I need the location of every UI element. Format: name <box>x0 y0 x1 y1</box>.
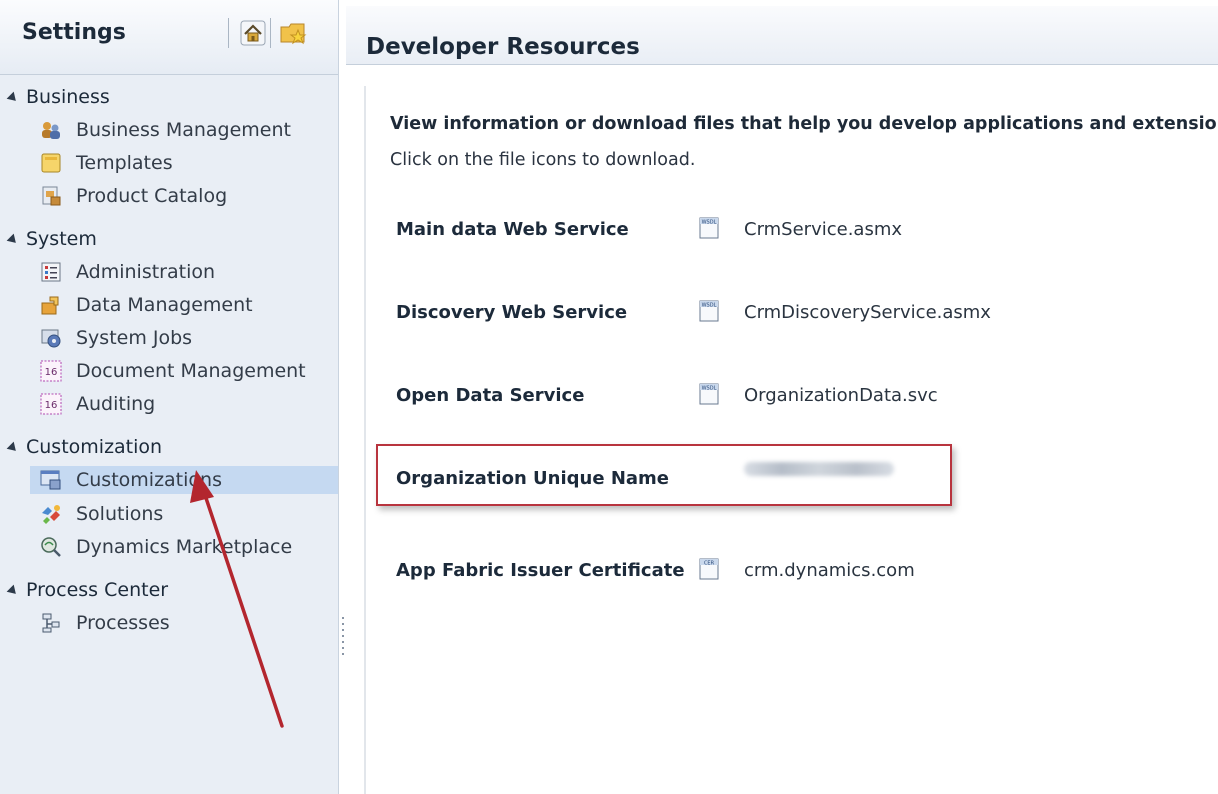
file-download-icon[interactable]: WSDL <box>698 216 720 240</box>
business-management-icon <box>42 122 60 139</box>
icon-badge-text: 16 <box>45 367 58 378</box>
group-system[interactable]: System <box>6 228 97 250</box>
main-content-pane: Developer Resources View information or … <box>346 0 1218 794</box>
sidebar-item-dynamics-marketplace[interactable]: Dynamics Marketplace <box>40 533 292 561</box>
group-label: Process Center <box>26 579 169 601</box>
home-icon[interactable] <box>238 18 268 48</box>
settings-navigation-pane: Settings Business Business Management Te… <box>0 0 339 794</box>
pane-splitter-grip[interactable] <box>341 615 345 659</box>
sidebar-item-business-management[interactable]: Business Management <box>40 116 291 144</box>
group-label: Customization <box>26 436 163 458</box>
sidebar-item-processes[interactable]: Processes <box>40 609 170 637</box>
settings-title: Settings <box>22 20 126 45</box>
sidebar-item-label: System Jobs <box>76 327 193 349</box>
sidebar-item-label: Processes <box>76 612 170 634</box>
solutions-icon <box>42 505 60 524</box>
sidebar-item-label: Solutions <box>76 503 164 525</box>
resource-file-link[interactable]: CrmService.asmx <box>744 219 902 240</box>
administration-icon <box>41 262 61 282</box>
data-management-icon <box>41 296 59 315</box>
collapse-triangle-icon[interactable] <box>6 91 20 104</box>
resource-label: Organization Unique Name <box>396 468 669 489</box>
sidebar-item-label: Auditing <box>76 393 156 415</box>
processes-icon <box>42 613 60 633</box>
sidebar-item-templates[interactable]: Templates <box>40 149 173 177</box>
group-label: Business <box>26 86 110 108</box>
sidebar-item-label: Templates <box>76 152 173 174</box>
group-process-center[interactable]: Process Center <box>6 579 169 601</box>
file-download-icon[interactable]: CER <box>698 557 720 581</box>
resource-row-main-data-web-service: Main data Web Service WSDL CrmService.as… <box>366 210 1216 250</box>
sidebar-item-data-management[interactable]: Data Management <box>40 291 253 319</box>
system-jobs-icon <box>41 329 61 348</box>
resource-row-app-fabric-issuer-certificate: App Fabric Issuer Certificate CER crm.dy… <box>366 551 1216 591</box>
icon-badge-text: 16 <box>45 400 58 411</box>
resource-row-open-data-service: Open Data Service WSDL OrganizationData.… <box>366 376 1216 416</box>
favorites-folder-icon[interactable] <box>278 18 308 48</box>
sidebar-item-label: Customizations <box>76 469 222 491</box>
sidebar-item-auditing[interactable]: 16 Auditing <box>40 390 155 418</box>
sidebar-item-customizations[interactable]: Customizations <box>30 466 338 494</box>
resource-file-link[interactable]: crm.dynamics.com <box>744 560 915 581</box>
header-separator <box>228 18 229 48</box>
resource-file-link[interactable]: OrganizationData.svc <box>744 385 938 406</box>
group-customization[interactable]: Customization <box>6 436 163 458</box>
settings-header: Settings <box>0 0 338 75</box>
collapse-triangle-icon[interactable] <box>6 441 20 454</box>
collapse-triangle-icon[interactable] <box>6 233 20 246</box>
sidebar-item-system-jobs[interactable]: System Jobs <box>40 324 192 352</box>
sidebar-item-product-catalog[interactable]: Product Catalog <box>40 182 227 210</box>
customizations-icon <box>40 470 61 490</box>
page-header: Developer Resources <box>346 6 1218 65</box>
header-separator <box>270 18 271 48</box>
resource-label: App Fabric Issuer Certificate <box>396 560 685 581</box>
svg-text:WSDL: WSDL <box>702 386 717 392</box>
svg-text:WSDL: WSDL <box>702 303 717 309</box>
sidebar-item-label: Dynamics Marketplace <box>76 536 293 558</box>
templates-icon <box>41 153 61 173</box>
developer-resources-panel: View information or download files that … <box>364 86 1218 794</box>
collapse-triangle-icon[interactable] <box>6 584 20 597</box>
sidebar-item-administration[interactable]: Administration <box>40 258 215 286</box>
resource-label: Open Data Service <box>396 385 585 406</box>
sidebar-item-label: Document Management <box>76 360 306 382</box>
group-label: System <box>26 228 97 250</box>
resource-label: Main data Web Service <box>396 219 629 240</box>
file-download-icon[interactable]: WSDL <box>698 382 720 406</box>
sidebar-item-label: Product Catalog <box>76 185 228 207</box>
svg-text:CER: CER <box>704 561 715 567</box>
marketplace-icon <box>41 537 61 557</box>
resource-label: Discovery Web Service <box>396 302 628 323</box>
sidebar-item-document-management[interactable]: 16 Document Management <box>40 357 306 385</box>
sidebar-item-label: Administration <box>76 261 216 283</box>
download-hint-text: Click on the file icons to download. <box>390 150 696 170</box>
file-download-icon[interactable]: WSDL <box>698 299 720 323</box>
calendar-16-icon: 16 <box>40 360 62 382</box>
product-catalog-icon <box>42 186 61 206</box>
sidebar-item-solutions[interactable]: Solutions <box>40 500 163 528</box>
intro-text: View information or download files that … <box>390 114 1218 134</box>
sidebar-empty-area <box>8 660 336 794</box>
group-business[interactable]: Business <box>6 86 110 108</box>
sidebar-item-label: Business Management <box>76 119 291 141</box>
sidebar-item-label: Data Management <box>76 294 253 316</box>
organization-unique-name-value-blurred <box>744 462 894 476</box>
calendar-16-icon: 16 <box>40 393 62 415</box>
svg-text:WSDL: WSDL <box>702 220 717 226</box>
resource-row-discovery-web-service: Discovery Web Service WSDL CrmDiscoveryS… <box>366 293 1216 333</box>
resource-file-link[interactable]: CrmDiscoveryService.asmx <box>744 302 991 323</box>
page-title: Developer Resources <box>366 34 640 60</box>
